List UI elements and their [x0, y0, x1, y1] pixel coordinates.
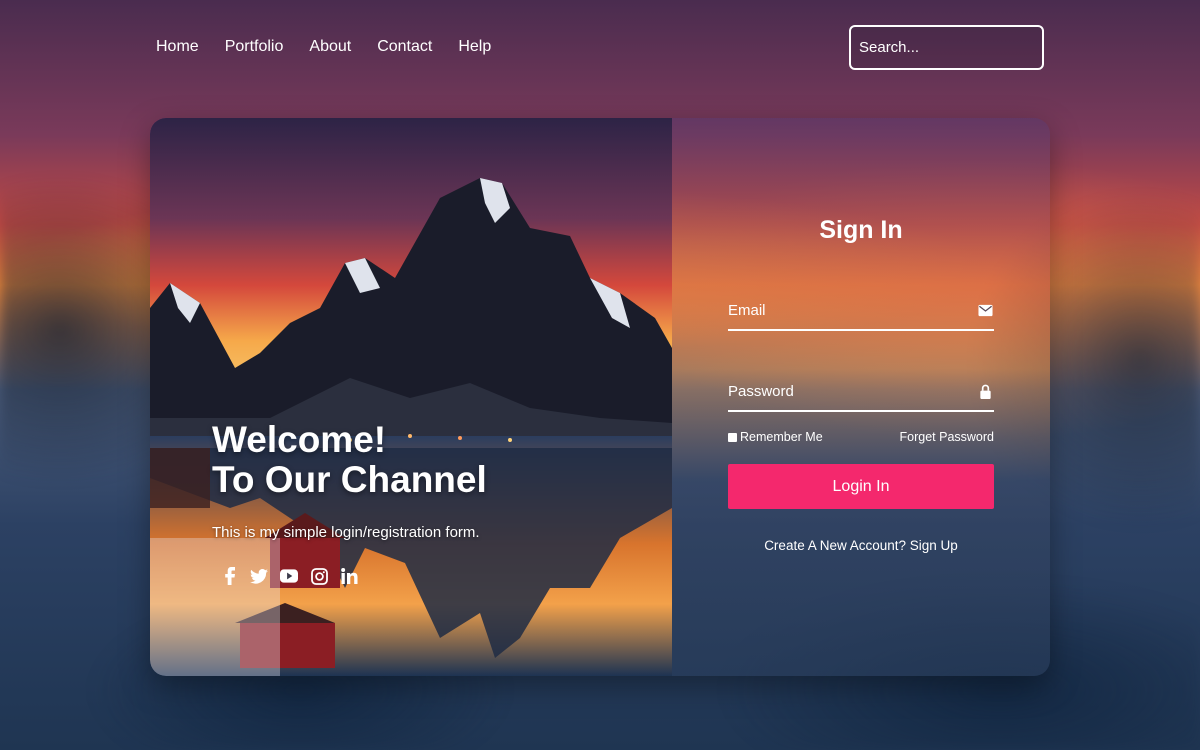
landscape-image: Welcome! To Our Channel This is my simpl… — [150, 118, 672, 676]
forgot-password-link[interactable]: Forget Password — [900, 430, 994, 444]
welcome-heading: Welcome! To Our Channel — [212, 420, 632, 500]
social-links — [220, 567, 358, 585]
sign-in-title: Sign In — [819, 216, 903, 244]
instagram-icon[interactable] — [310, 567, 328, 585]
nav-home[interactable]: Home — [156, 38, 199, 56]
password-field-wrapper — [728, 372, 994, 412]
welcome-title-line1: Welcome! — [212, 419, 387, 460]
nav-contact[interactable]: Contact — [377, 38, 432, 56]
checkbox-box[interactable] — [728, 432, 737, 442]
remember-me-label: Remember Me — [740, 430, 823, 444]
password-field[interactable] — [728, 376, 978, 406]
remember-me-checkbox[interactable]: Remember Me — [728, 430, 823, 444]
envelope-icon — [978, 304, 993, 316]
login-button[interactable]: Login In — [728, 464, 994, 509]
welcome-title-line2: To Our Channel — [212, 459, 487, 500]
signup-link[interactable]: Create A New Account? Sign Up — [728, 538, 994, 553]
facebook-icon[interactable] — [220, 567, 238, 585]
email-field[interactable] — [728, 295, 978, 325]
sign-in-form: Sign In Remember Me Forget Password Logi… — [728, 118, 994, 676]
youtube-icon[interactable] — [280, 567, 298, 585]
linkedin-icon[interactable] — [340, 567, 358, 585]
login-card: Welcome! To Our Channel This is my simpl… — [150, 118, 1050, 676]
search-box — [849, 25, 1058, 70]
nav-about[interactable]: About — [309, 38, 351, 56]
nav-help[interactable]: Help — [458, 38, 491, 56]
nav-portfolio[interactable]: Portfolio — [225, 38, 284, 56]
twitter-icon[interactable] — [250, 567, 268, 585]
search-input[interactable] — [859, 39, 1058, 56]
form-options: Remember Me Forget Password — [728, 430, 994, 444]
welcome-tagline: This is my simple login/registration for… — [212, 524, 480, 541]
email-field-wrapper — [728, 291, 994, 331]
lock-icon — [980, 384, 991, 399]
top-navigation: Home Portfolio About Contact Help — [156, 38, 491, 56]
